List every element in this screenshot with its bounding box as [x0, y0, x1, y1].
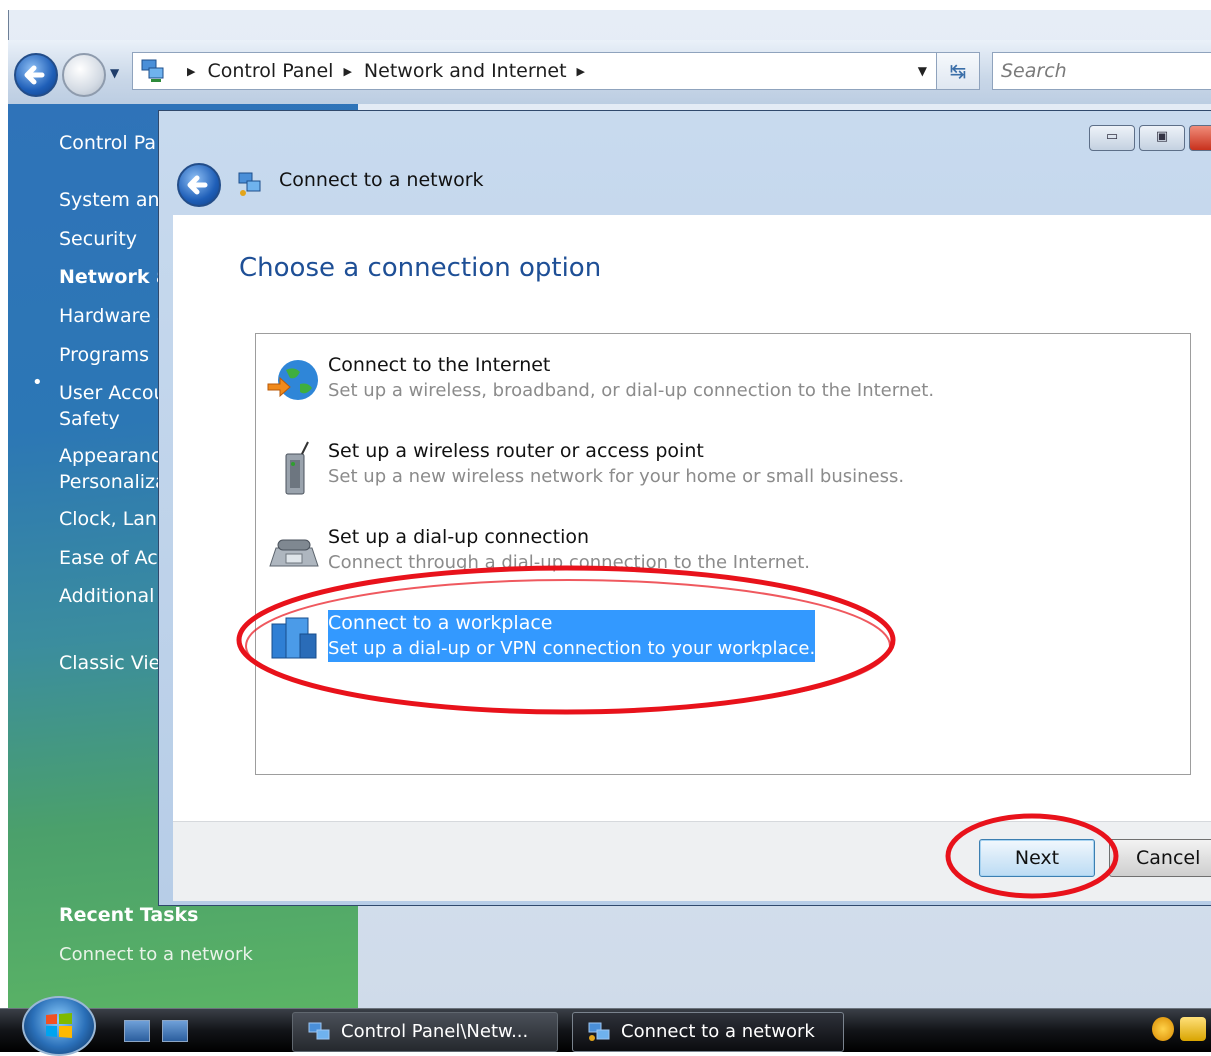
- chevron-right-icon[interactable]: ▶: [343, 65, 351, 78]
- chevron-right-icon[interactable]: ▶: [577, 65, 585, 78]
- active-bullet-icon: •: [32, 372, 43, 393]
- taskbar-button-control-panel[interactable]: Control Panel\Netw...: [292, 1012, 558, 1052]
- workplace-icon: [271, 617, 317, 659]
- search-field[interactable]: [992, 52, 1211, 90]
- breadcrumb-network-and-internet[interactable]: Network and Internet: [364, 60, 567, 82]
- address-dropdown-icon[interactable]: ▼: [918, 64, 927, 78]
- option-connect-internet[interactable]: Connect to the Internet Set up a wireles…: [262, 348, 934, 420]
- dialog-footer: Next Cancel: [173, 821, 1211, 901]
- option-title: Connect to a workplace: [328, 612, 553, 634]
- option-title: Set up a dial-up connection: [328, 526, 590, 548]
- recent-pages-dropdown-icon[interactable]: ▼: [110, 66, 119, 80]
- minimize-button[interactable]: ▭: [1089, 125, 1135, 151]
- chevron-right-icon[interactable]: ▶: [187, 65, 195, 78]
- back-button[interactable]: [14, 53, 58, 97]
- taskbar-button-label: Control Panel\Netw...: [341, 1021, 529, 1042]
- option-description: Set up a wireless, broadband, or dial-up…: [328, 380, 935, 401]
- dialog-back-button[interactable]: [177, 163, 221, 207]
- start-button[interactable]: [22, 996, 96, 1056]
- option-description: Set up a dial-up or VPN connection to yo…: [328, 638, 816, 659]
- recent-tasks-heading: Recent Tasks: [59, 904, 199, 926]
- minimize-icon: ▭: [1105, 129, 1119, 144]
- window-controls: ▭ ▣: [1089, 125, 1211, 151]
- sidebar-item-clock[interactable]: Clock, Lan: [59, 506, 157, 532]
- sidebar-item-system[interactable]: System and: [59, 187, 172, 213]
- sidebar-item-control-panel-home[interactable]: Control Pa: [59, 130, 156, 156]
- dialog-title: Connect to a network: [279, 169, 484, 191]
- sidebar-item-ease-of-access[interactable]: Ease of Acc: [59, 545, 168, 571]
- option-text: Connect to the Internet Set up a wireles…: [328, 352, 934, 404]
- taskbar-button-connect-network[interactable]: Connect to a network: [572, 1012, 844, 1052]
- breadcrumb: ▶ Control Panel ▶ Network and Internet ▶: [177, 53, 597, 89]
- control-panel-icon: [308, 1022, 330, 1040]
- telephone-icon: [269, 539, 319, 567]
- sidebar-item-programs[interactable]: Programs: [59, 342, 149, 368]
- sidebar-item-user-accounts-line2[interactable]: Safety: [59, 406, 120, 432]
- connection-option-list: Connect to the Internet Set up a wireles…: [255, 333, 1191, 775]
- sidebar-item-appearance[interactable]: Appearanc: [59, 443, 161, 469]
- option-connect-workplace[interactable]: Connect to a workplace Set up a dial-up …: [262, 606, 862, 678]
- windows-logo-icon: [46, 1013, 72, 1038]
- sidebar-item-security[interactable]: Security: [59, 226, 137, 252]
- forward-button[interactable]: [62, 53, 106, 97]
- maximize-icon: ▣: [1155, 129, 1169, 144]
- option-text: Set up a dial-up connection Connect thro…: [328, 524, 810, 576]
- maximize-button[interactable]: ▣: [1139, 125, 1185, 151]
- page-heading: Choose a connection option: [239, 253, 602, 283]
- sidebar-item-network[interactable]: Network a: [59, 264, 169, 290]
- next-button[interactable]: Next: [979, 839, 1095, 877]
- connect-to-network-dialog: ▭ ▣ Connect to a network Choose a connec…: [158, 110, 1211, 906]
- taskbar-button-label: Connect to a network: [621, 1021, 815, 1042]
- back-arrow-icon: [187, 175, 208, 195]
- sidebar-item-appearance-line2[interactable]: Personaliza: [59, 469, 167, 495]
- security-alert-icon[interactable]: [1152, 1017, 1174, 1041]
- back-arrow-icon: [24, 65, 45, 85]
- wireless-router-icon: [285, 441, 309, 495]
- option-text: Set up a wireless router or access point…: [328, 438, 904, 490]
- dialog-content: Choose a connection option Connect to th…: [173, 215, 1211, 821]
- breadcrumb-control-panel[interactable]: Control Panel: [207, 60, 333, 82]
- switch-windows-icon[interactable]: [162, 1020, 188, 1042]
- option-description: Set up a new wireless network for your h…: [328, 466, 905, 487]
- option-dial-up[interactable]: Set up a dial-up connection Connect thro…: [262, 520, 862, 592]
- network-folder-icon: [141, 59, 164, 82]
- globe-icon: [267, 360, 318, 400]
- option-wireless-router[interactable]: Set up a wireless router or access point…: [262, 434, 904, 506]
- sidebar-item-hardware[interactable]: Hardware a: [59, 303, 168, 329]
- cancel-button[interactable]: Cancel: [1109, 839, 1211, 877]
- option-text: Connect to a workplace Set up a dial-up …: [328, 610, 816, 662]
- search-input[interactable]: [993, 53, 1211, 89]
- network-tray-icon[interactable]: [1180, 1017, 1206, 1041]
- recent-task-link[interactable]: Connect to a network: [59, 944, 253, 965]
- refresh-button[interactable]: ↹: [936, 52, 980, 90]
- close-button[interactable]: [1189, 125, 1211, 151]
- option-description: Connect through a dial-up connection to …: [328, 552, 811, 573]
- refresh-icon: ↹: [949, 59, 967, 83]
- sidebar-item-user-accounts[interactable]: User Accou: [59, 380, 166, 406]
- sidebar-item-additional-options[interactable]: Additional: [59, 583, 154, 609]
- sidebar-item-classic-view[interactable]: Classic Vie: [59, 650, 160, 676]
- option-title: Set up a wireless router or access point: [328, 440, 704, 462]
- address-bar[interactable]: ▶ Control Panel ▶ Network and Internet ▶…: [132, 52, 938, 90]
- option-title: Connect to the Internet: [328, 354, 551, 376]
- network-icon: [588, 1022, 610, 1041]
- show-desktop-icon[interactable]: [124, 1020, 150, 1042]
- network-icon: [238, 172, 261, 196]
